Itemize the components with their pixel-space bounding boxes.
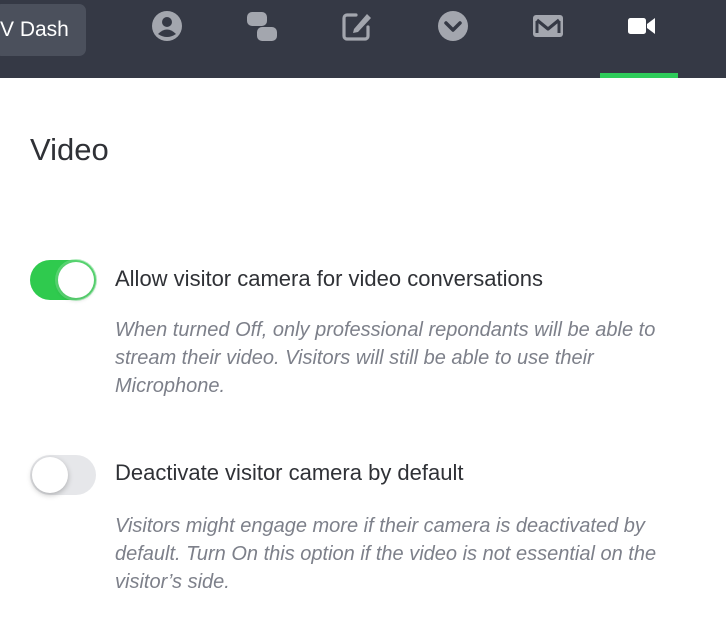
toggle-knob bbox=[58, 262, 94, 298]
tab-edit[interactable] bbox=[337, 6, 377, 46]
allow-visitor-camera-toggle[interactable] bbox=[30, 260, 96, 300]
setting-description-deactivate-camera: Visitors might engage more if their came… bbox=[115, 515, 657, 593]
active-tab-indicator bbox=[600, 73, 678, 78]
toggle-knob bbox=[32, 457, 68, 493]
tab-conversations[interactable] bbox=[242, 6, 282, 46]
top-nav-bar: V Dash bbox=[0, 0, 726, 78]
setting-title-allow-camera: Allow visitor camera for video conversat… bbox=[115, 266, 543, 291]
tab-mail[interactable] bbox=[528, 6, 568, 46]
chat-bubbles-icon bbox=[247, 12, 277, 41]
page-title: Video bbox=[30, 132, 109, 167]
user-circle-icon bbox=[152, 11, 182, 41]
deactivate-camera-default-toggle[interactable] bbox=[30, 455, 96, 495]
setting-description-allow-camera: When turned Off, only professional repon… bbox=[115, 319, 656, 397]
video-camera-icon bbox=[628, 18, 655, 34]
setting-title-deactivate-camera: Deactivate visitor camera by default bbox=[115, 460, 464, 485]
edit-icon bbox=[342, 13, 371, 41]
tab-video[interactable] bbox=[622, 6, 662, 46]
chevron-circle-down-icon bbox=[438, 11, 468, 41]
mail-icon bbox=[533, 15, 563, 37]
tab-profile[interactable] bbox=[147, 6, 187, 46]
dash-button[interactable]: V Dash bbox=[0, 4, 86, 56]
tab-dropdown[interactable] bbox=[433, 6, 473, 46]
